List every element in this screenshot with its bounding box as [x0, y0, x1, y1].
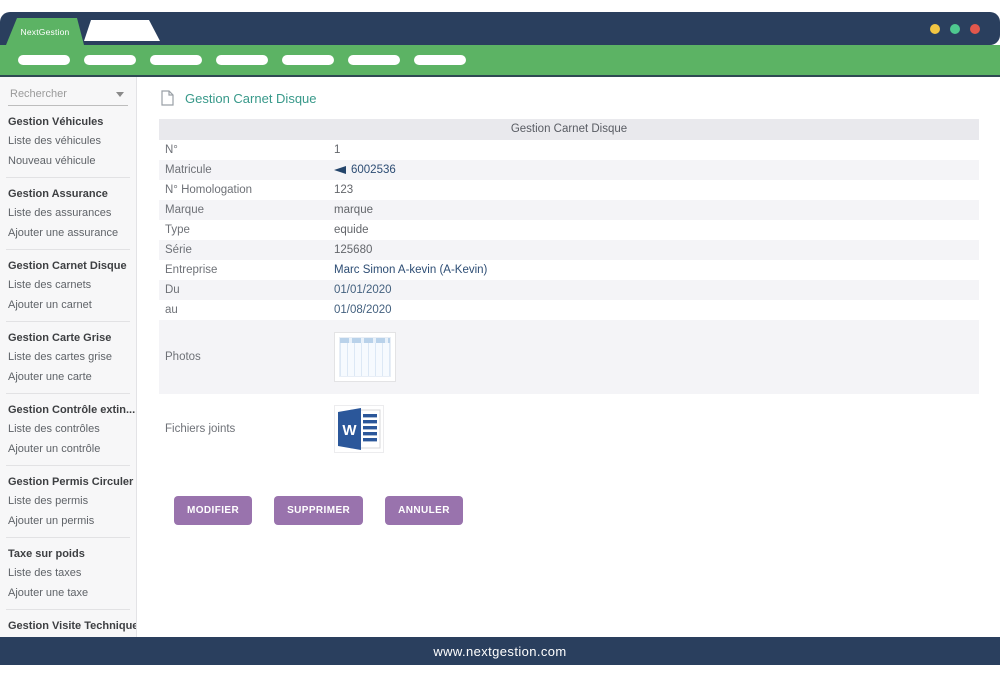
entreprise-link[interactable]: Marc Simon A-kevin (A-Kevin): [334, 264, 487, 276]
sidebar-section-permis-circuler: Gestion Permis Circuler: [0, 472, 136, 491]
sidebar-divider: [6, 393, 130, 394]
sidebar-item-liste-permis[interactable]: Liste des permis: [0, 491, 136, 511]
photo-thumbnail[interactable]: [334, 332, 396, 382]
table-row-fichiers-joints: Fichiers joints: [159, 394, 979, 464]
page-title: Gestion Carnet Disque: [185, 91, 317, 106]
sidebar-item-liste-vehicules[interactable]: Liste des véhicules: [0, 131, 136, 151]
content-area: Gestion Carnet Disque Gestion Carnet Dis…: [137, 77, 1000, 637]
sidebar-item-ajouter-carnet[interactable]: Ajouter un carnet: [0, 295, 136, 315]
menu-pill-6[interactable]: [348, 55, 400, 65]
window-dot-red[interactable]: [970, 24, 980, 34]
sidebar-item-liste-visites[interactable]: Liste des visites techniqu...: [0, 635, 136, 637]
sidebar-item-ajouter-taxe[interactable]: Ajouter une taxe: [0, 583, 136, 603]
sidebar-item-liste-taxes[interactable]: Liste des taxes: [0, 563, 136, 583]
sidebar-divider: [6, 249, 130, 250]
menu-pill-1[interactable]: [18, 55, 70, 65]
sidebar-item-ajouter-controle[interactable]: Ajouter un contrôle: [0, 439, 136, 459]
modifier-button[interactable]: MODIFIER: [174, 496, 252, 525]
sidebar-divider: [6, 321, 130, 322]
footer-url: www.nextgestion.com: [433, 644, 566, 659]
sidebar-divider: [6, 537, 130, 538]
menu-pill-2[interactable]: [84, 55, 136, 65]
detail-table: Gestion Carnet Disque N° 1 Matricule 600…: [159, 119, 979, 464]
matricule-link[interactable]: 6002536: [334, 164, 396, 176]
table-row-homologation: N° Homologation 123: [159, 180, 979, 200]
browser-tab-blank[interactable]: [84, 20, 160, 41]
browser-tab-nextgestion[interactable]: NextGestion: [6, 18, 84, 45]
sidebar-item-nouveau-vehicule[interactable]: Nouveau véhicule: [0, 151, 136, 171]
sidebar-item-liste-assurances[interactable]: Liste des assurances: [0, 203, 136, 223]
main-menu-bar: [0, 45, 1000, 77]
footer-bar: www.nextgestion.com: [0, 637, 1000, 665]
sidebar-divider: [6, 177, 130, 178]
caret-down-icon: [116, 92, 124, 97]
sidebar-item-liste-cartes-grise[interactable]: Liste des cartes grise: [0, 347, 136, 367]
sidebar-section-carnet-disque: Gestion Carnet Disque: [0, 256, 136, 275]
sidebar-item-ajouter-assurance[interactable]: Ajouter une assurance: [0, 223, 136, 243]
sidebar-item-ajouter-permis[interactable]: Ajouter un permis: [0, 511, 136, 531]
search-select[interactable]: Rechercher: [8, 87, 128, 106]
app-window: NextGestion Rechercher Gestion Véhicules…: [0, 12, 1000, 679]
table-row-photos: Photos: [159, 320, 979, 394]
sidebar-section-taxe-poids: Taxe sur poids: [0, 544, 136, 563]
menu-pill-3[interactable]: [150, 55, 202, 65]
sidebar: Rechercher Gestion Véhicules Liste des v…: [0, 77, 137, 637]
window-dot-green[interactable]: [950, 24, 960, 34]
search-placeholder: Rechercher: [10, 88, 67, 100]
word-file-icon: W: [336, 407, 382, 451]
brand-label: NextGestion: [21, 27, 70, 37]
window-controls: [930, 24, 980, 34]
table-row-entreprise: Entreprise Marc Simon A-kevin (A-Kevin): [159, 260, 979, 280]
sidebar-section-controle-extincteur: Gestion Contrôle extin...: [0, 400, 136, 419]
table-row-type: Type equide: [159, 220, 979, 240]
svg-text:W: W: [342, 422, 357, 439]
attached-file[interactable]: W: [334, 405, 384, 453]
photo-thumbnail-image: [339, 337, 391, 377]
sidebar-section-carte-grise: Gestion Carte Grise: [0, 328, 136, 347]
document-icon: [161, 90, 174, 106]
table-row-serie: Série 125680: [159, 240, 979, 260]
flag-icon: [334, 165, 346, 175]
table-row-au: au 01/08/2020: [159, 300, 979, 320]
sidebar-section-visite-technique: Gestion Visite Technique: [0, 616, 136, 635]
action-buttons: MODIFIER SUPPRIMER ANNULER: [174, 496, 980, 525]
window-dot-yellow[interactable]: [930, 24, 940, 34]
sidebar-item-ajouter-carte[interactable]: Ajouter une carte: [0, 367, 136, 387]
sidebar-section-assurance: Gestion Assurance: [0, 184, 136, 203]
sidebar-divider: [6, 609, 130, 610]
menu-pill-4[interactable]: [216, 55, 268, 65]
annuler-button[interactable]: ANNULER: [385, 496, 463, 525]
table-row-du: Du 01/01/2020: [159, 280, 979, 300]
table-row-marque: Marque marque: [159, 200, 979, 220]
menu-pill-5[interactable]: [282, 55, 334, 65]
sidebar-section-vehicules: Gestion Véhicules: [0, 112, 136, 131]
sidebar-item-liste-carnets[interactable]: Liste des carnets: [0, 275, 136, 295]
table-header: Gestion Carnet Disque: [159, 119, 979, 140]
supprimer-button[interactable]: SUPPRIMER: [274, 496, 363, 525]
browser-title-bar: NextGestion: [0, 12, 1000, 45]
table-row-numero: N° 1: [159, 140, 979, 160]
sidebar-item-liste-controles[interactable]: Liste des contrôles: [0, 419, 136, 439]
table-row-matricule: Matricule 6002536: [159, 160, 979, 180]
sidebar-divider: [6, 465, 130, 466]
menu-pill-7[interactable]: [414, 55, 466, 65]
